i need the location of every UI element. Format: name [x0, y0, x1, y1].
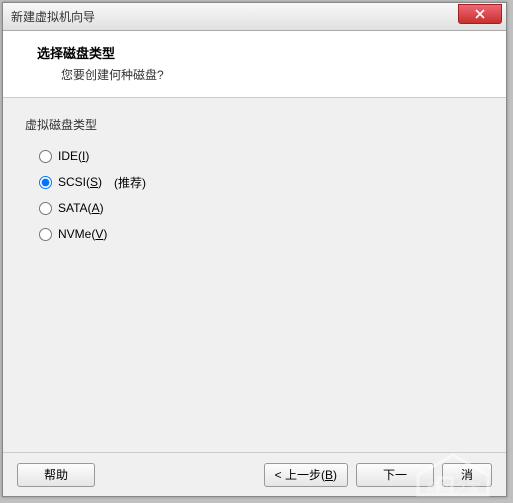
close-icon: [475, 9, 485, 19]
radio-label-nvme: NVMe(V): [58, 227, 107, 241]
next-button[interactable]: 下一: [356, 463, 434, 487]
radio-input-sata[interactable]: [39, 202, 52, 215]
wizard-window: 新建虚拟机向导 选择磁盘类型 您要创建何种磁盘? 虚拟磁盘类型 IDE(I) S…: [2, 2, 507, 497]
window-title: 新建虚拟机向导: [11, 8, 458, 25]
page-subtitle: 您要创建何种磁盘?: [61, 66, 490, 83]
disk-type-group-label: 虚拟磁盘类型: [25, 116, 484, 133]
radio-label-ide: IDE(I): [58, 149, 89, 163]
header-section: 选择磁盘类型 您要创建何种磁盘?: [3, 31, 506, 98]
disk-type-radio-group: IDE(I) SCSI(S) (推荐) SATA(A) NVMe(V): [39, 143, 484, 247]
radio-input-nvme[interactable]: [39, 228, 52, 241]
radio-label-sata: SATA(A): [58, 201, 104, 215]
radio-option-nvme[interactable]: NVMe(V): [39, 221, 484, 247]
close-button[interactable]: [458, 4, 502, 24]
radio-option-scsi[interactable]: SCSI(S) (推荐): [39, 169, 484, 195]
radio-label-scsi: SCSI(S): [58, 175, 102, 189]
radio-input-scsi[interactable]: [39, 176, 52, 189]
help-button[interactable]: 帮助: [17, 463, 95, 487]
radio-option-ide[interactable]: IDE(I): [39, 143, 484, 169]
footer: 帮助 < 上一步(B) 下一 消: [3, 452, 506, 496]
titlebar: 新建虚拟机向导: [3, 3, 506, 31]
radio-input-ide[interactable]: [39, 150, 52, 163]
page-title: 选择磁盘类型: [37, 43, 490, 62]
back-button[interactable]: < 上一步(B): [264, 463, 348, 487]
recommended-label: (推荐): [114, 174, 146, 191]
radio-option-sata[interactable]: SATA(A): [39, 195, 484, 221]
cancel-button[interactable]: 消: [442, 463, 492, 487]
content-area: 虚拟磁盘类型 IDE(I) SCSI(S) (推荐) SATA(A) NVMe(…: [3, 98, 506, 452]
